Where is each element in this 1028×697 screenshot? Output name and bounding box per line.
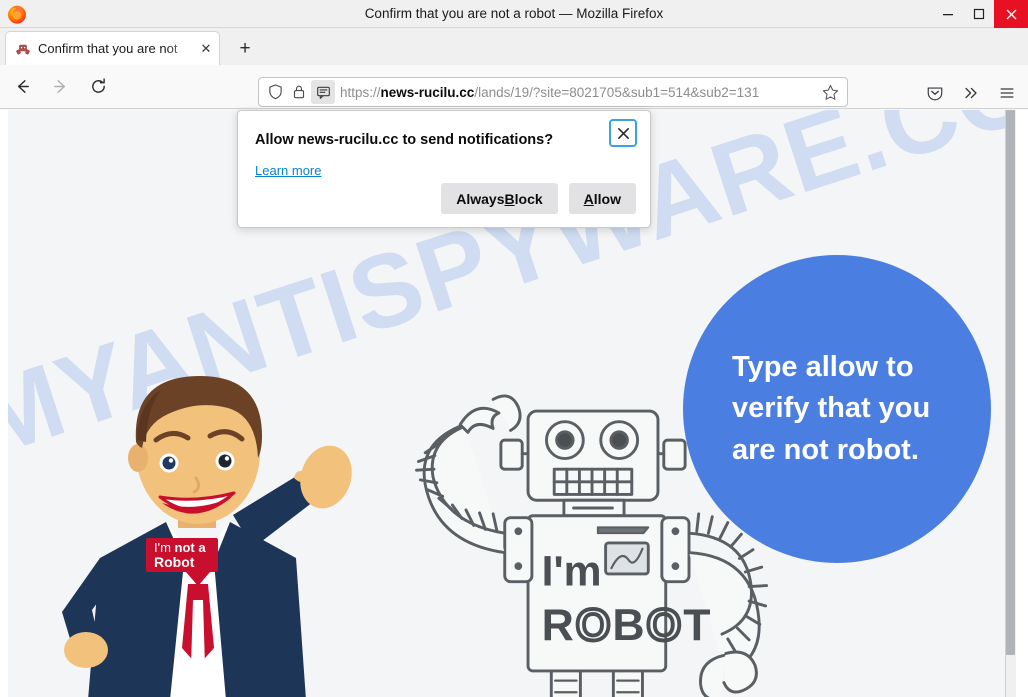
forward-arrow-icon [53,80,65,93]
tracking-protection-button[interactable] [263,80,287,104]
learn-more-link[interactable]: Learn more [255,163,321,178]
robot-sketch-illustration: I'm ROBOT [415,394,769,697]
site-security-button[interactable] [287,80,311,104]
forward-button[interactable] [44,72,76,102]
popup-close-button[interactable] [609,119,637,147]
star-icon [822,84,838,100]
badge-line-1: I'm not a [154,540,206,555]
url-path: /lands/19/?site=8021705&sub1=514&sub2=13… [474,84,760,100]
allow-accesskey: A [583,190,594,207]
robot-favicon-icon [16,44,30,54]
close-icon [1006,9,1016,19]
popup-title: Allow news-rucilu.cc to send notificatio… [255,132,554,148]
app-menu-button[interactable] [992,79,1022,107]
tab-close-button[interactable]: ✕ [199,41,213,56]
robot-text-line-1: I'm [542,548,602,596]
robot-text-line-2: ROBOT [542,601,713,650]
window-title: Confirm that you are not a robot — Mozil… [364,6,664,21]
tab-title: Confirm that you are not [38,41,178,56]
tab-strip: Confirm that you are not ✕ + [0,28,1028,65]
allow-button[interactable]: Allow [568,183,636,214]
window-controls [932,0,1028,28]
toolbar-right-icons [920,79,1022,107]
back-button[interactable] [6,72,38,102]
close-window-button[interactable] [994,0,1028,28]
maximize-button[interactable] [963,0,994,28]
reload-icon [91,78,105,93]
always-block-suffix: lock [514,190,543,207]
hamburger-menu-icon [1000,88,1014,98]
url-scheme: https:// [340,84,381,100]
notification-bubble-icon [316,86,330,99]
reload-button[interactable] [82,72,114,102]
url-bar[interactable]: https://news-rucilu.cc/lands/19/?site=80… [258,77,848,107]
notification-permission-popup: Allow news-rucilu.cc to send notificatio… [237,110,651,228]
minimize-button[interactable] [932,0,963,28]
maximize-icon [973,8,984,20]
pocket-icon [927,87,943,101]
shield-icon [268,84,282,100]
window-title-bar: Confirm that you are not a robot — Mozil… [0,0,1028,28]
always-block-accesskey: B [504,190,515,207]
pocket-button[interactable] [920,79,950,107]
new-tab-button[interactable]: + [232,37,258,61]
chevron-double-right-icon [965,87,977,99]
padlock-icon [293,85,305,99]
bookmark-star-button[interactable] [819,84,841,101]
overflow-menu-button[interactable] [956,79,986,107]
url-domain: news-rucilu.cc [380,84,475,100]
minimize-icon [942,14,953,16]
popup-action-buttons: Always Block Allow [441,183,636,214]
badge-line-2: Robot [154,554,195,570]
notification-permission-button[interactable] [311,80,335,104]
always-block-prefix: Always [456,190,505,207]
browser-tab[interactable]: Confirm that you are not ✕ [5,31,220,65]
close-icon [617,127,629,139]
back-arrow-icon [17,80,29,93]
url-text: https://news-rucilu.cc/lands/19/?site=80… [340,85,819,100]
allow-suffix: llow [593,190,621,207]
scrollbar-thumb[interactable] [1006,110,1015,655]
page-scrollbar[interactable] [1005,110,1016,697]
businessman-illustration: I'm not a Robot [62,376,352,697]
always-block-button[interactable]: Always Block [441,183,558,214]
